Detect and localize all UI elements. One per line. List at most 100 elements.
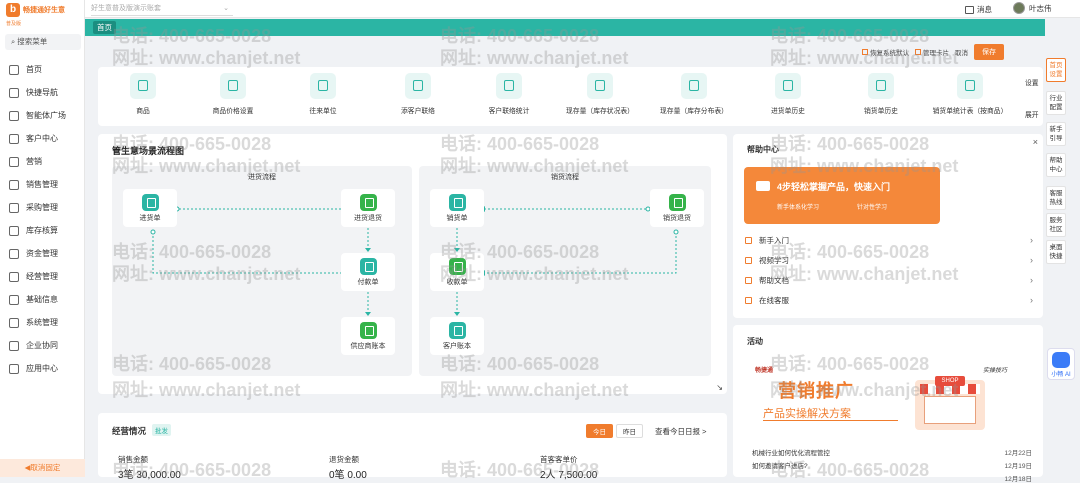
account-set-select[interactable]: 好生意普及版演示账套 ⌄ [91, 2, 233, 16]
settings-icon [9, 317, 19, 328]
quick-item-contact-stats[interactable]: 客户联络统计 [464, 73, 554, 115]
daily-report-link[interactable]: 查看今日日报 > [655, 426, 706, 437]
save-button[interactable]: 保存 [974, 44, 1004, 60]
flow-node-label: 销货单 [446, 215, 468, 222]
cube-icon [141, 194, 159, 211]
account-set-label: 好生意普及版演示账套 [91, 5, 161, 12]
flow-node-supplier-account[interactable]: 供应商账本 [341, 317, 395, 355]
search-menu-input[interactable]: ⌕ 搜索菜单 [5, 34, 81, 50]
rail-service-community[interactable]: 服务社区 [1046, 213, 1066, 237]
flow-node-customer-account[interactable]: 客户账本 [430, 317, 484, 355]
resize-icon[interactable]: ↘ [716, 383, 723, 392]
sidebar-item-operations[interactable]: 经营管理 [0, 265, 85, 288]
help-row-video[interactable]: 视频学习 › [745, 250, 1033, 270]
sidebar-item-system[interactable]: 系统管理 [0, 311, 85, 334]
quick-expand-link[interactable]: 展开 [1025, 109, 1039, 119]
business-title: 经营情况 [112, 426, 147, 436]
sidebar: b 畅捷通好生意 普及版 ⌕ 搜索菜单 首页 快捷导航 智能体广场 客户中心 营… [0, 0, 85, 477]
flow-node-label: 进货退货 [354, 215, 382, 222]
sidebar-item-collaboration[interactable]: 企业协同 [0, 334, 85, 357]
sidebar-item-customer-center[interactable]: 客户中心 [0, 127, 85, 150]
help-row-support[interactable]: 在线客服 › [745, 290, 1033, 310]
chevron-right-icon: › [1030, 235, 1033, 245]
business-card: 经营情况 批发 今日 昨日 查看今日日报 > 销售金额 3笔 30,000.00 … [98, 413, 727, 481]
sidebar-item-label: 企业协同 [26, 341, 58, 350]
quick-settings-link[interactable]: 设置 [1025, 77, 1039, 87]
video-icon [756, 181, 770, 191]
quick-item-sales-history[interactable]: 销货单历史 [836, 73, 926, 115]
rail-help-center[interactable]: 帮助中心 [1046, 153, 1066, 177]
flow-node-sales-order[interactable]: 销货单 [430, 189, 484, 227]
restore-default-button[interactable]: 恢复系统默认 [862, 47, 909, 57]
sidebar-item-label: 快捷导航 [26, 88, 58, 97]
quick-item-stock-status[interactable]: 现存量（库存状况表） [555, 73, 645, 115]
help-banner[interactable]: 4步轻松掌握产品，快速入门 新手体系化学习 针对性学习 [744, 167, 940, 224]
customer-icon [9, 133, 19, 144]
clipboard-icon [448, 194, 466, 211]
promo-subline: 产品实操解决方案 [763, 408, 851, 420]
news-item[interactable]: 如何邀请客户进店? 12月19日 [752, 460, 1032, 470]
flow-node-label: 客户账本 [443, 343, 471, 350]
rail-home-settings[interactable]: 首页设置 [1046, 58, 1066, 82]
quick-item-add-contact[interactable]: 添客户联络 [373, 73, 463, 115]
sidebar-item-quick-nav[interactable]: 快捷导航 [0, 81, 85, 104]
right-rail: 首页设置 行业配置 新手引导 帮助中心 客服热线 服务社区 桌面快捷 [1046, 58, 1066, 268]
flow-node-sales-return[interactable]: 销货退货 [650, 189, 704, 227]
robot-icon [1052, 352, 1070, 368]
flow-node-purchase-return[interactable]: 进货退货 [341, 189, 395, 227]
flow-node-label: 付款单 [357, 279, 379, 286]
sidebar-item-apps[interactable]: 应用中心 [0, 357, 85, 380]
help-row-docs[interactable]: 帮助文档 › [745, 270, 1033, 290]
flow-node-purchase-order[interactable]: 进货单 [123, 189, 177, 227]
flow-node-payment[interactable]: 付款单 [341, 253, 395, 291]
sidebar-item-inventory[interactable]: 库存核算 [0, 219, 85, 242]
rail-novice-guide[interactable]: 新手引导 [1046, 122, 1066, 146]
sidebar-item-label: 客户中心 [26, 134, 58, 143]
manage-cards-button[interactable]: 管理卡片 [915, 47, 949, 57]
close-icon[interactable]: × [1033, 137, 1038, 147]
table-icon [775, 73, 801, 99]
news-item[interactable]: 12月18日 [752, 473, 1032, 483]
logo-icon: b [6, 3, 20, 17]
rail-support-hotline[interactable]: 客服热线 [1046, 186, 1066, 210]
business-type-badge[interactable]: 批发 [152, 424, 171, 436]
flow-node-receipt[interactable]: 收款单 [430, 253, 484, 291]
money-icon [9, 248, 19, 259]
quick-item-sales-stats[interactable]: 销货单统计表（按商品） [925, 73, 1015, 115]
news-item[interactable]: 机械行业如何优化流程管控 12月22日 [752, 447, 1032, 457]
sidebar-item-home[interactable]: 首页 [0, 58, 85, 81]
messages-button[interactable]: 消息 [965, 4, 992, 15]
cancel-pin-button[interactable]: ◀取消固定 [0, 459, 85, 477]
rail-industry-config[interactable]: 行业配置 [1046, 91, 1066, 115]
quick-item-purchase-history[interactable]: 进货单历史 [743, 73, 833, 115]
sidebar-item-agent-square[interactable]: 智能体广场 [0, 104, 85, 127]
user-menu[interactable]: 叶志伟 [1013, 2, 1052, 14]
sidebar-item-marketing[interactable]: 营销 [0, 150, 85, 173]
home-toolbar: 恢复系统默认 管理卡片 取消 保存 [862, 44, 1047, 60]
help-row-getting-started[interactable]: 新手入门 › [745, 230, 1033, 250]
today-button[interactable]: 今日 [586, 424, 613, 438]
promo-brand: 畅捷通 [755, 368, 774, 374]
rail-desktop-shortcut[interactable]: 桌面快捷 [1046, 240, 1066, 264]
quick-item-partners[interactable]: 往来单位 [278, 73, 368, 115]
promo-underline [763, 420, 898, 421]
sales-icon [9, 179, 19, 190]
yesterday-button[interactable]: 昨日 [616, 424, 643, 438]
cancel-button[interactable]: 取消 [955, 47, 968, 57]
quick-item-stock-distribution[interactable]: 现存量（库存分布表） [649, 73, 739, 115]
sidebar-item-basic-info[interactable]: 基础信息 [0, 288, 85, 311]
stat-first-customer-price: 首客客单价 2人 7,500.00 [540, 454, 597, 481]
sidebar-item-purchase[interactable]: 采购管理 [0, 196, 85, 219]
sidebar-item-funds[interactable]: 资金管理 [0, 242, 85, 265]
gift-icon [9, 156, 19, 167]
ai-assistant-button[interactable]: 小畅 AI [1047, 348, 1075, 380]
quick-item-label: 销货单历史 [864, 108, 898, 115]
tab-home[interactable]: 首页 [93, 21, 116, 34]
flow-node-label: 销货退货 [663, 215, 691, 222]
quick-item-product[interactable]: 商品 [98, 73, 188, 115]
quick-item-price-setting[interactable]: 商品价格设置 [188, 73, 278, 115]
promo-banner[interactable]: 畅捷通 实操技巧 营销推广 产品实操解决方案 SHOP [733, 355, 1043, 447]
quick-item-label: 客户联络统计 [488, 108, 530, 115]
book-icon [745, 236, 752, 244]
sidebar-item-sales[interactable]: 销售管理 [0, 173, 85, 196]
